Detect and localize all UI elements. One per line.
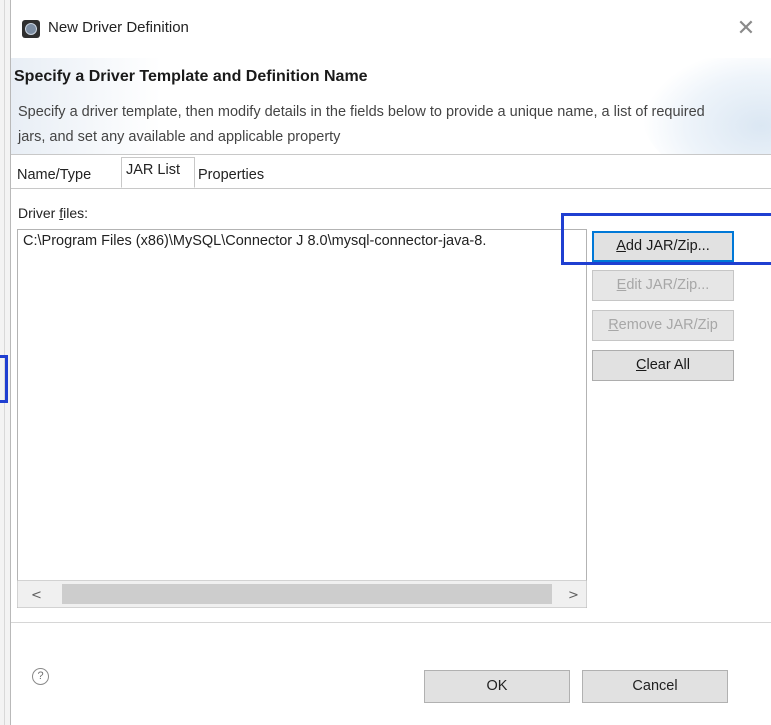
annotation-highlight-left bbox=[0, 355, 8, 403]
tab-content-border bbox=[11, 188, 771, 189]
help-icon[interactable]: ? bbox=[32, 668, 49, 685]
edit-jar-zip-mnemonic: E bbox=[616, 277, 627, 293]
list-item[interactable]: C:\Program Files (x86)\MySQL\Connector J… bbox=[23, 233, 486, 249]
wizard-page-description: Specify a driver template, then modify d… bbox=[18, 104, 705, 145]
horizontal-scrollbar[interactable]: < > bbox=[17, 580, 587, 608]
header-separator bbox=[11, 154, 771, 155]
close-icon[interactable]: ✕ bbox=[734, 16, 758, 40]
clear-all-mnemonic: C bbox=[635, 357, 647, 373]
driver-files-list[interactable]: C:\Program Files (x86)\MySQL\Connector J… bbox=[17, 229, 587, 607]
tab-properties[interactable]: Properties bbox=[198, 158, 264, 188]
add-jar-zip-label: dd JAR/Zip... bbox=[625, 238, 710, 254]
clear-all-label: lear All bbox=[646, 357, 690, 373]
driver-files-label-rest: iles: bbox=[63, 205, 89, 221]
ok-button[interactable]: OK bbox=[424, 670, 570, 703]
tab-bar: Name/Type JAR List Properties bbox=[11, 157, 771, 189]
remove-jar-zip-label: emove JAR/Zip bbox=[618, 317, 718, 333]
driver-files-label-prefix: Driver bbox=[18, 205, 60, 221]
new-driver-definition-dialog: New Driver Definition ✕ Specify a Driver… bbox=[10, 0, 771, 725]
tab-jar-list[interactable]: JAR List bbox=[121, 157, 195, 188]
scroll-right-arrow-icon: > bbox=[568, 588, 579, 603]
cancel-button[interactable]: Cancel bbox=[582, 670, 728, 703]
app-icon bbox=[22, 20, 40, 38]
scroll-left-arrow-icon: < bbox=[31, 588, 42, 603]
tab-name-type-label: Name/Type bbox=[17, 167, 92, 183]
clear-all-button[interactable]: Clear All bbox=[592, 350, 734, 381]
edit-jar-zip-label: dit JAR/Zip... bbox=[626, 277, 710, 293]
remove-jar-zip-button[interactable]: Remove JAR/Zip bbox=[592, 310, 734, 341]
tab-properties-label: Properties bbox=[198, 167, 265, 183]
add-jar-zip-mnemonic: A bbox=[616, 238, 626, 254]
driver-files-label: Driver files: bbox=[18, 205, 88, 221]
footer-separator bbox=[11, 622, 771, 623]
dialog-titlebar: New Driver Definition ✕ bbox=[11, 0, 771, 58]
add-jar-zip-button[interactable]: Add JAR/Zip... bbox=[592, 231, 734, 262]
tab-jar-list-label: JAR List bbox=[126, 162, 180, 178]
dialog-title: New Driver Definition bbox=[48, 19, 189, 36]
edit-jar-zip-button[interactable]: Edit JAR/Zip... bbox=[592, 270, 734, 301]
tab-name-type[interactable]: Name/Type bbox=[17, 158, 91, 188]
scrollbar-thumb bbox=[62, 584, 552, 604]
remove-jar-zip-mnemonic: R bbox=[608, 317, 619, 333]
wizard-page-title: Specify a Driver Template and Definition… bbox=[14, 68, 368, 85]
